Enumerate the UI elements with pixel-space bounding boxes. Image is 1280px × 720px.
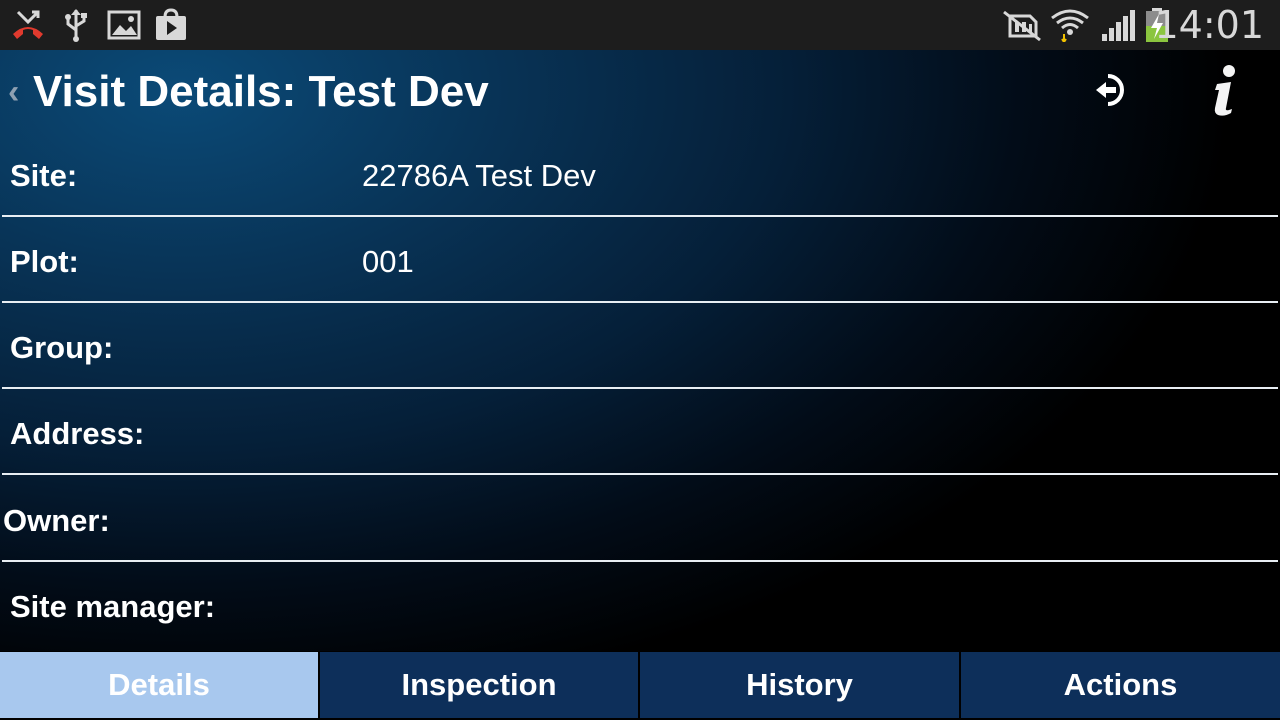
signal-icon: [1102, 10, 1135, 41]
tab-actions[interactable]: Actions: [961, 652, 1280, 718]
owner-label: Owner:: [3, 503, 110, 538]
tab-history[interactable]: History: [640, 652, 959, 718]
status-bar: 14:01: [0, 0, 1280, 50]
detail-row-owner: Owner:: [0, 478, 1280, 563]
detail-row-address: Address:: [0, 391, 1280, 476]
no-sim-icon: [1003, 10, 1041, 42]
detail-row-group: Group:: [0, 305, 1280, 390]
group-label: Group:: [10, 330, 114, 365]
chevron-left-icon[interactable]: ‹: [8, 74, 26, 110]
usb-icon: [65, 9, 87, 42]
detail-row-site: Site: 22786A Test Dev: [0, 133, 1280, 218]
play-store-icon: [156, 8, 186, 40]
visit-details-screen: ‹ Visit Details: Test Dev Site: 22786A T…: [0, 50, 1280, 720]
divider: [2, 473, 1278, 475]
logout-icon[interactable]: [1094, 72, 1128, 108]
site-label: Site:: [10, 158, 78, 193]
bottom-tab-bar: Details Inspection History Actions: [0, 651, 1280, 720]
site-manager-label: Site manager:: [10, 589, 216, 624]
site-value: 22786A Test Dev: [362, 158, 596, 193]
page-title[interactable]: Visit Details: Test Dev: [33, 66, 489, 118]
clock: 14:01: [1154, 3, 1264, 47]
missed-call-icon: [13, 10, 43, 39]
plot-value: 001: [362, 244, 414, 279]
divider: [2, 387, 1278, 389]
plot-label: Plot:: [10, 244, 79, 279]
wifi-icon: [1051, 9, 1089, 42]
tab-inspection[interactable]: Inspection: [320, 652, 638, 718]
info-icon[interactable]: [1208, 64, 1242, 118]
tab-details[interactable]: Details: [0, 652, 318, 718]
address-label: Address:: [10, 416, 145, 451]
detail-row-plot: Plot: 001: [0, 219, 1280, 304]
image-icon: [107, 10, 141, 40]
divider: [2, 215, 1278, 217]
divider: [2, 301, 1278, 303]
divider: [2, 560, 1278, 562]
title-bar: ‹ Visit Details: Test Dev: [0, 50, 1280, 138]
detail-row-site-manager: Site manager:: [0, 564, 1280, 649]
